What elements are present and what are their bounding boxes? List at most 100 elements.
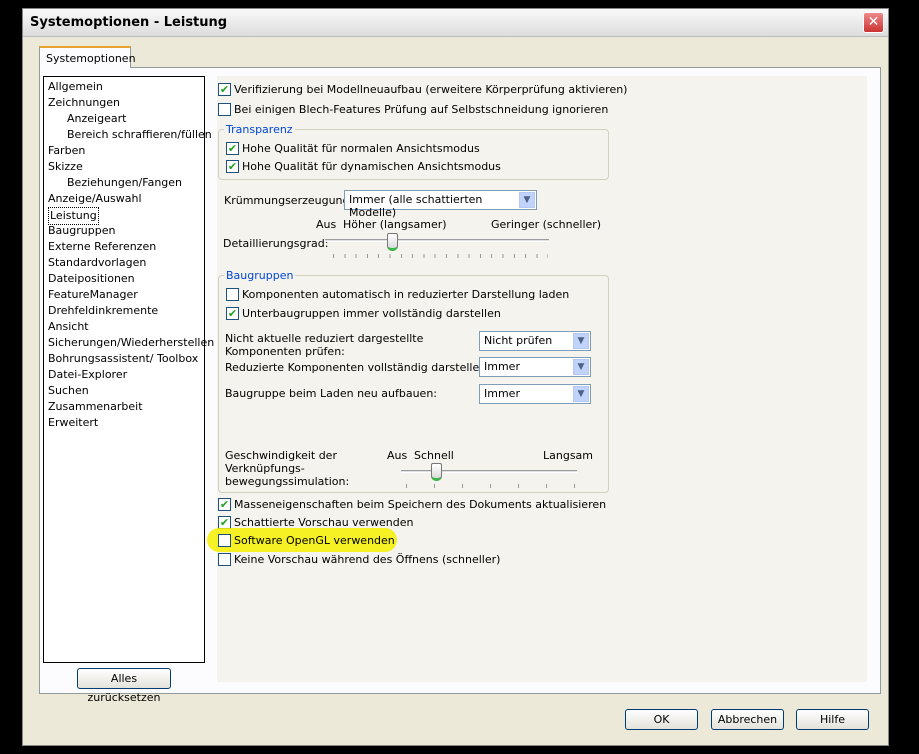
- tree-item[interactable]: Datei-Explorer: [48, 367, 200, 383]
- curvature-label: Krümmungserzeugung:: [224, 194, 354, 207]
- speed-slider-track[interactable]: [401, 470, 577, 473]
- tree-item[interactable]: Baugruppen: [48, 223, 200, 239]
- hq-dynamic-label: Hohe Qualität für dynamischen Ansichtsmo…: [242, 160, 501, 173]
- blech-label: Bei einigen Blech-Features Prüfung auf S…: [234, 103, 609, 116]
- tree-item[interactable]: Ansicht: [48, 319, 200, 335]
- tree-item[interactable]: Bohrungsassistent/ Toolbox: [48, 351, 200, 367]
- detail-high-label: Höher (langsamer): [343, 218, 447, 231]
- auto-lightweight-checkbox[interactable]: [226, 288, 239, 301]
- tree-item-label: Beziehungen/Fangen: [67, 176, 183, 189]
- tree-item[interactable]: Standardvorlagen: [48, 255, 200, 271]
- verify-label: Verifizierung bei Modellneuaufbau (erwei…: [234, 83, 628, 96]
- tree-item[interactable]: Leistung: [48, 207, 200, 225]
- tree-item-label: Zusammenarbeit: [48, 400, 143, 413]
- tree-item[interactable]: Anzeige/Auswahl: [48, 191, 200, 207]
- highlight-marker: [207, 528, 397, 552]
- hq-normal-checkbox[interactable]: ✔: [226, 142, 239, 155]
- detail-slider-ticks: [333, 254, 548, 258]
- check-outdated-label: Nicht aktuelle reduziert dargestellte Ko…: [225, 332, 424, 358]
- chevron-down-icon: ▼: [573, 386, 589, 402]
- tree-item-label: Standardvorlagen: [48, 256, 147, 269]
- tree-item[interactable]: Zeichnungen: [48, 95, 200, 111]
- no-preview-checkbox[interactable]: [218, 553, 231, 566]
- rebuild-on-load-label: Baugruppe beim Laden neu aufbauen:: [225, 387, 438, 400]
- subassemblies-label: Unterbaugruppen immer vollständig darste…: [242, 307, 501, 320]
- speed-slow-label: Langsam: [543, 449, 594, 462]
- check-outdated-value: Nicht prüfen: [484, 334, 553, 347]
- speed-off-label: Aus: [387, 449, 408, 462]
- tree-item[interactable]: Beziehungen/Fangen: [48, 175, 200, 191]
- chevron-down-icon: ▼: [573, 359, 589, 375]
- title-bar: Systemoptionen - Leistung ✕: [23, 9, 888, 37]
- mass-props-checkbox[interactable]: ✔: [218, 498, 231, 511]
- tree-item-label: Erweitert: [48, 416, 99, 429]
- tab-systemoptionen[interactable]: Systemoptionen: [39, 46, 136, 68]
- detail-off-label: Aus: [316, 218, 337, 231]
- dialog-window: Systemoptionen - Leistung ✕ Systemoption…: [22, 8, 889, 746]
- tree-item-label: Bereich schraffieren/füllen: [67, 128, 212, 141]
- assemblies-group-label: Baugruppen: [224, 269, 296, 282]
- detail-slider-track[interactable]: [325, 239, 549, 242]
- auto-lightweight-label: Komponenten automatisch in reduzierter D…: [242, 288, 570, 301]
- tree-item-label: Externe Referenzen: [48, 240, 157, 253]
- chevron-down-icon: ▼: [573, 333, 589, 349]
- tree-item[interactable]: FeatureManager: [48, 287, 200, 303]
- help-button[interactable]: Hilfe: [796, 709, 869, 730]
- tree-item-label: Skizze: [48, 160, 83, 173]
- resolve-lightweight-select[interactable]: Immer ▼: [479, 357, 591, 377]
- mate-speed-label: Geschwindigkeit der Verknüpfungs-bewegun…: [225, 449, 350, 488]
- tree-item[interactable]: Zusammenarbeit: [48, 399, 200, 415]
- curvature-value: Immer (alle schattierten Modelle): [349, 193, 483, 219]
- rebuild-on-load-value: Immer: [484, 387, 520, 400]
- tree-item[interactable]: Bereich schraffieren/füllen: [48, 127, 212, 143]
- tree-item[interactable]: Suchen: [48, 383, 200, 399]
- tree-item[interactable]: Sicherungen/Wiederherstellen: [48, 335, 214, 351]
- tree-item[interactable]: Allgemein: [48, 79, 200, 95]
- tree-item-label: Baugruppen: [48, 224, 116, 237]
- tree-item-label: Bohrungsassistent/ Toolbox: [48, 352, 199, 365]
- detail-slider-thumb[interactable]: [387, 233, 399, 251]
- curvature-select[interactable]: Immer (alle schattierten Modelle) ▼: [344, 190, 537, 219]
- tree-item[interactable]: Drehfeldinkremente: [48, 303, 200, 319]
- performance-options: ✔ Verifizierung bei Modellneuaufbau (erw…: [217, 76, 867, 682]
- tree-item-label: Dateipositionen: [48, 272, 135, 285]
- tree-item[interactable]: Externe Referenzen: [48, 239, 200, 255]
- tree-item-label: Datei-Explorer: [48, 368, 128, 381]
- check-outdated-select[interactable]: Nicht prüfen ▼: [479, 331, 591, 351]
- tree-item[interactable]: Anzeigeart: [48, 111, 200, 127]
- blech-checkbox[interactable]: [218, 103, 231, 116]
- tree-item[interactable]: Farben: [48, 143, 200, 159]
- rebuild-on-load-select[interactable]: Immer ▼: [479, 384, 591, 404]
- reset-all-button[interactable]: Alles zurücksetzen: [77, 668, 171, 704]
- tree-item-label: Anzeigeart: [67, 112, 127, 125]
- tree-item[interactable]: Dateipositionen: [48, 271, 200, 287]
- hq-dynamic-checkbox[interactable]: ✔: [226, 160, 239, 173]
- tree-item-label: Suchen: [48, 384, 89, 397]
- options-tree[interactable]: Allgemein Zeichnungen Anzeigeart Bereich sc…: [43, 76, 214, 663]
- tree-item-label: Sicherungen/Wiederherstellen: [48, 336, 215, 349]
- ok-button[interactable]: OK: [625, 709, 698, 730]
- tree-item[interactable]: Erweitert: [48, 415, 200, 431]
- cancel-button[interactable]: Abbrechen: [711, 709, 784, 730]
- transparency-group-label: Transparenz: [224, 123, 295, 136]
- subassemblies-checkbox[interactable]: ✔: [226, 307, 239, 320]
- speed-slider-thumb[interactable]: [431, 463, 443, 481]
- tree-item-label: Zeichnungen: [48, 96, 121, 109]
- tree-item-label: Drehfeldinkremente: [48, 304, 159, 317]
- verify-checkbox[interactable]: ✔: [218, 83, 231, 96]
- software-opengl-checkbox[interactable]: [218, 534, 231, 547]
- speed-slider-ticks: [406, 484, 576, 488]
- tree-item-label: FeatureManager: [48, 288, 138, 301]
- tree-item-label: Allgemein: [48, 80, 103, 93]
- window-title: Systemoptionen - Leistung: [30, 15, 228, 30]
- tree-item-label: Farben: [48, 144, 86, 157]
- mass-props-label: Masseneigenschaften beim Speichern des D…: [234, 498, 607, 511]
- tree-item-label: Ansicht: [48, 320, 89, 333]
- resolve-lightweight-label: Reduzierte Komponenten vollständig darst…: [225, 361, 490, 374]
- detail-low-label: Geringer (schneller): [491, 218, 602, 231]
- tree-item-label: Anzeige/Auswahl: [48, 192, 142, 205]
- resolve-lightweight-value: Immer: [484, 360, 520, 373]
- close-button[interactable]: ✕: [863, 12, 884, 33]
- tree-item[interactable]: Skizze: [48, 159, 200, 175]
- detail-label: Detaillierungsgrad:: [223, 237, 329, 250]
